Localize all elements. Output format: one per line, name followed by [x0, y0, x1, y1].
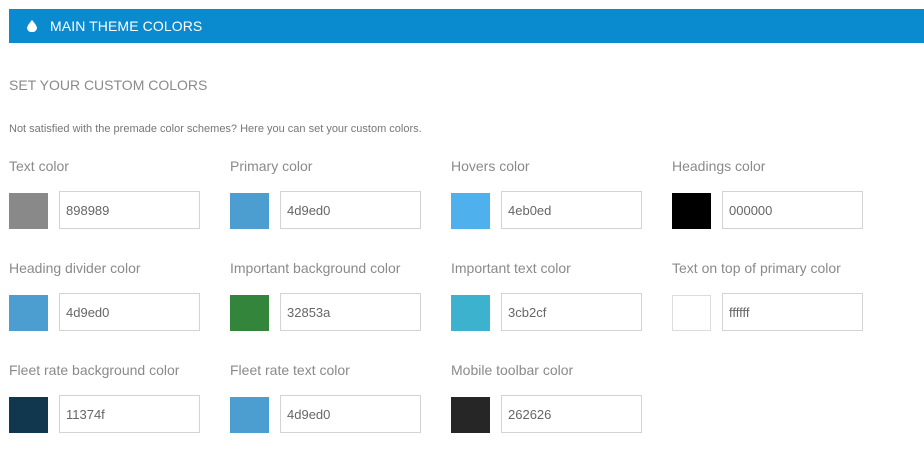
color-swatch[interactable] — [451, 295, 490, 331]
field-label: Fleet rate background color — [9, 362, 180, 378]
color-fields-grid: Text color Primary color Hovers color He… — [9, 0, 924, 469]
hex-input[interactable] — [280, 191, 421, 229]
field-important-text-color: Important text color — [451, 260, 671, 340]
color-swatch[interactable] — [451, 193, 490, 229]
field-text-on-top-of-primary-color: Text on top of primary color — [672, 260, 892, 340]
field-label: Important background color — [230, 260, 401, 276]
hex-input[interactable] — [280, 395, 421, 433]
field-fleet-rate-text-color: Fleet rate text color — [230, 362, 450, 442]
hex-input[interactable] — [501, 191, 642, 229]
field-headings-color: Headings color — [672, 158, 892, 238]
field-important-background-color: Important background color — [230, 260, 450, 340]
color-swatch[interactable] — [9, 193, 48, 229]
color-swatch[interactable] — [672, 295, 711, 331]
hex-input[interactable] — [501, 395, 642, 433]
color-swatch[interactable] — [672, 193, 711, 229]
hex-input[interactable] — [722, 293, 863, 331]
field-label: Mobile toolbar color — [451, 362, 574, 378]
hex-input[interactable] — [722, 191, 863, 229]
color-swatch[interactable] — [230, 397, 269, 433]
field-primary-color: Primary color — [230, 158, 450, 238]
color-swatch[interactable] — [9, 397, 48, 433]
hex-input[interactable] — [501, 293, 642, 331]
field-label: Fleet rate text color — [230, 362, 350, 378]
field-label: Text on top of primary color — [672, 260, 841, 276]
field-label: Hovers color — [451, 158, 530, 174]
color-swatch[interactable] — [9, 295, 48, 331]
field-heading-divider-color: Heading divider color — [9, 260, 229, 340]
hex-input[interactable] — [59, 293, 200, 331]
color-swatch[interactable] — [451, 397, 490, 433]
field-label: Important text color — [451, 260, 571, 276]
field-fleet-rate-background-color: Fleet rate background color — [9, 362, 229, 442]
field-label: Headings color — [672, 158, 766, 174]
field-label: Text color — [9, 158, 69, 174]
color-swatch[interactable] — [230, 295, 269, 331]
field-hovers-color: Hovers color — [451, 158, 671, 238]
field-label: Primary color — [230, 158, 313, 174]
hex-input[interactable] — [59, 191, 200, 229]
field-mobile-toolbar-color: Mobile toolbar color — [451, 362, 671, 442]
field-label: Heading divider color — [9, 260, 141, 276]
hex-input[interactable] — [280, 293, 421, 331]
field-text-color: Text color — [9, 158, 229, 238]
hex-input[interactable] — [59, 395, 200, 433]
color-swatch[interactable] — [230, 193, 269, 229]
